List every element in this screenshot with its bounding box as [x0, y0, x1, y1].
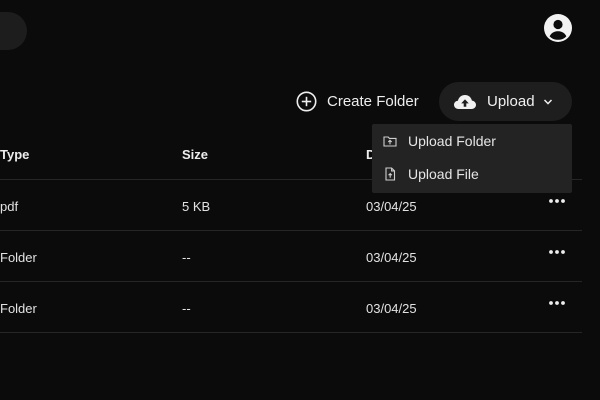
upload-dropdown-menu: Upload Folder Upload File: [372, 124, 572, 193]
upload-label: Upload: [487, 93, 535, 110]
cell-type: Folder: [0, 250, 37, 265]
cloud-upload-icon: [454, 94, 476, 109]
column-header-size[interactable]: Size: [182, 147, 208, 162]
chevron-down-icon: [543, 98, 552, 105]
add-circle-icon: [296, 91, 317, 111]
menu-item-label: Upload File: [408, 166, 479, 182]
menu-item-upload-folder[interactable]: Upload Folder: [372, 124, 572, 157]
cell-date: 03/04/25: [366, 301, 417, 316]
create-folder-label: Create Folder: [327, 92, 419, 110]
cell-date: 03/04/25: [366, 199, 417, 214]
more-horizontal-icon: [549, 301, 565, 305]
more-horizontal-icon: [549, 250, 565, 254]
menu-item-label: Upload Folder: [408, 132, 496, 149]
account-button[interactable]: [543, 13, 573, 43]
create-folder-button[interactable]: Create Folder: [296, 88, 419, 114]
folder-upload-icon: [383, 135, 397, 147]
column-header-type[interactable]: Type: [0, 147, 29, 162]
file-upload-icon: [385, 167, 396, 181]
table-row[interactable]: Folder -- 03/04/25: [0, 281, 582, 333]
row-actions-button[interactable]: [548, 196, 566, 206]
cell-size: --: [182, 250, 191, 265]
cell-size: 5 KB: [182, 199, 211, 214]
cell-type: pdf: [0, 199, 19, 214]
cell-type: Folder: [0, 301, 37, 316]
table-row[interactable]: Folder -- 03/04/25: [0, 230, 582, 282]
search-bar[interactable]: [0, 12, 27, 50]
table-bottom-divider: [0, 332, 582, 333]
more-horizontal-icon: [549, 199, 565, 203]
menu-item-upload-file[interactable]: Upload File: [372, 157, 572, 191]
upload-button[interactable]: Upload: [439, 82, 572, 121]
account-circle-icon: [544, 14, 572, 42]
cell-date: 03/04/25: [366, 250, 417, 265]
row-actions-button[interactable]: [548, 298, 566, 308]
row-actions-button[interactable]: [548, 247, 566, 257]
cell-size: --: [182, 301, 191, 316]
